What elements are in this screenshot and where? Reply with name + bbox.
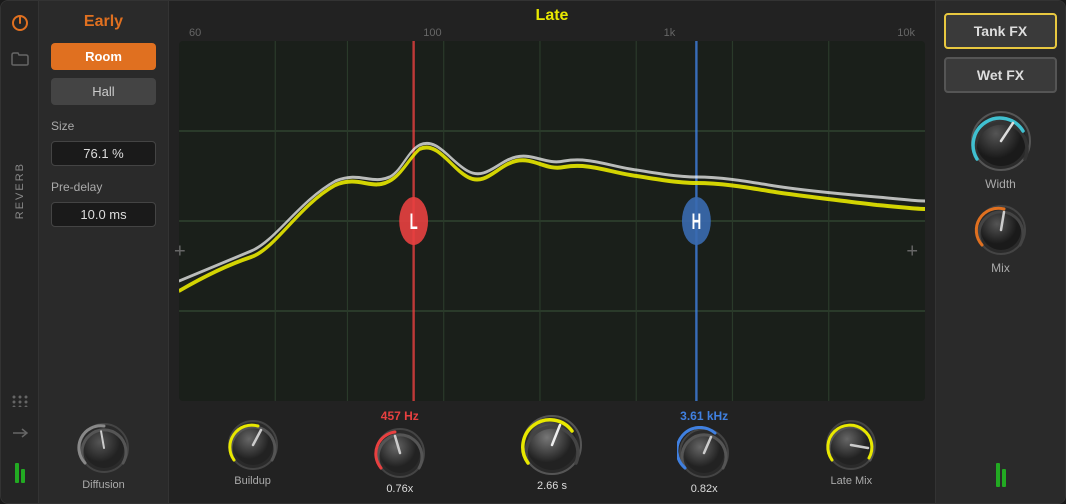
mix-label: Mix — [991, 261, 1010, 275]
right-panel: Tank FX Wet FX — [935, 1, 1065, 503]
freq-100: 100 — [423, 27, 441, 39]
hp-value: 0.82x — [691, 483, 718, 495]
hp-freq-label: 3.61 kHz — [680, 409, 728, 423]
mix-area: Mix — [974, 203, 1028, 275]
hp-group: 3.61 kHz — [677, 409, 731, 495]
main-area: Late 60 100 1k 10k — [169, 1, 935, 503]
dots-icon[interactable] — [8, 389, 32, 413]
size-label: Size — [51, 119, 156, 133]
lp-freq-label: 457 Hz — [381, 409, 419, 423]
hall-button[interactable]: Hall — [51, 78, 156, 105]
lp-group: 457 Hz — [373, 409, 427, 495]
lp-knob[interactable] — [373, 426, 427, 480]
freq-10k: 10k — [897, 27, 915, 39]
hp-knob[interactable] — [677, 426, 731, 480]
svg-text:L: L — [410, 210, 418, 234]
latemix-group: Late Mix — [824, 418, 878, 487]
diffusion-area: Diffusion — [51, 421, 156, 491]
eq-display[interactable]: L H — [179, 41, 925, 401]
decay-knob[interactable] — [520, 413, 584, 477]
input-level-meters — [15, 453, 25, 483]
freq-60: 60 — [189, 27, 201, 39]
size-value[interactable]: 76.1 % — [51, 141, 156, 166]
buildup-label: Buildup — [234, 475, 271, 487]
buildup-knob[interactable] — [226, 418, 280, 472]
buildup-group: Buildup — [226, 418, 280, 487]
reverb-label: REVERB — [14, 162, 26, 219]
diffusion-knob[interactable] — [77, 421, 131, 475]
predelay-label: Pre-delay — [51, 180, 156, 194]
room-button[interactable]: Room — [51, 43, 156, 70]
tank-fx-button[interactable]: Tank FX — [944, 13, 1057, 49]
early-panel: Early Room Hall Size 76.1 % Pre-delay 10… — [39, 1, 169, 503]
width-label: Width — [985, 177, 1016, 191]
late-title: Late — [179, 7, 925, 25]
mix-knob[interactable] — [974, 203, 1028, 257]
freq-labels-row: 60 100 1k 10k — [169, 27, 935, 41]
early-title: Early — [51, 13, 156, 31]
knobs-area: Buildup 457 Hz — [169, 401, 935, 503]
right-plus-button[interactable]: + — [906, 241, 918, 264]
predelay-value[interactable]: 10.0 ms — [51, 202, 156, 227]
width-knob[interactable] — [969, 109, 1033, 173]
power-icon[interactable] — [8, 11, 32, 35]
svg-text:H: H — [692, 210, 702, 234]
folder-icon[interactable] — [8, 47, 32, 71]
left-plus-button[interactable]: + — [174, 241, 186, 264]
sidebar-bottom — [8, 389, 32, 493]
diffusion-label: Diffusion — [82, 479, 125, 491]
output-level-meters — [996, 457, 1006, 487]
wet-fx-button[interactable]: Wet FX — [944, 57, 1057, 93]
reverb-value: 2.66 s — [537, 480, 567, 492]
left-sidebar: REVERB — [1, 1, 39, 503]
arrow-icon[interactable] — [8, 421, 32, 445]
width-area: Width — [969, 109, 1033, 191]
plugin-container: REVERB — [0, 0, 1066, 504]
latemix-knob[interactable] — [824, 418, 878, 472]
latemix-label: Late Mix — [831, 475, 873, 487]
lp-value: 0.76x — [386, 483, 413, 495]
decay-group: 2.66 s — [520, 413, 584, 492]
freq-1k: 1k — [664, 27, 676, 39]
